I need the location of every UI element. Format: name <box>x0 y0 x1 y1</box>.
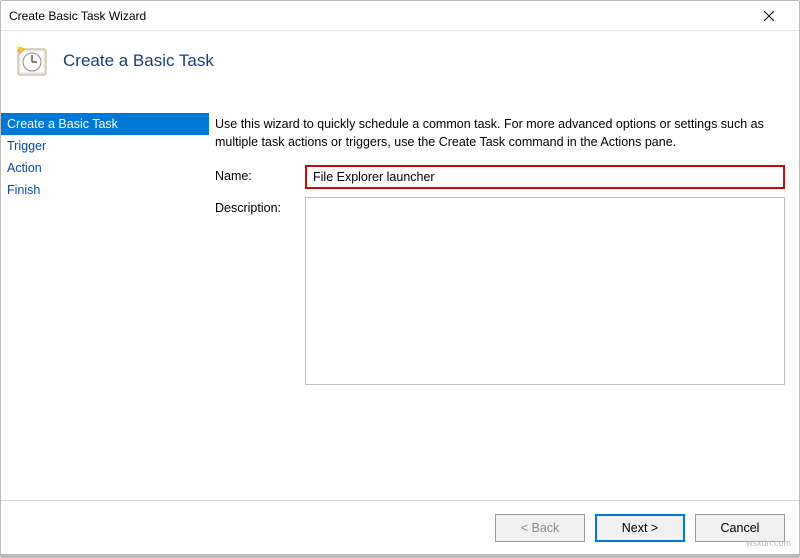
cancel-button[interactable]: Cancel <box>695 514 785 542</box>
sidebar-item-action[interactable]: Action <box>1 157 209 179</box>
content-area: Use this wizard to quickly schedule a co… <box>209 91 799 500</box>
sidebar: Create a Basic Task Trigger Action Finis… <box>1 91 209 500</box>
clock-icon <box>15 44 49 78</box>
close-icon <box>764 11 774 21</box>
description-input[interactable] <box>305 197 785 385</box>
wizard-body: Create a Basic Task Trigger Action Finis… <box>1 91 799 500</box>
sidebar-item-trigger[interactable]: Trigger <box>1 135 209 157</box>
name-row: Name: <box>215 165 785 189</box>
sidebar-item-label: Trigger <box>7 139 46 153</box>
close-button[interactable] <box>749 1 789 30</box>
sidebar-item-label: Action <box>7 161 42 175</box>
next-button[interactable]: Next > <box>595 514 685 542</box>
description-label: Description: <box>215 197 305 215</box>
sidebar-item-create-basic-task[interactable]: Create a Basic Task <box>1 113 209 135</box>
wizard-window: Create Basic Task Wizard Create a Basic … <box>0 0 800 558</box>
sidebar-item-label: Finish <box>7 183 40 197</box>
sidebar-item-finish[interactable]: Finish <box>1 179 209 201</box>
titlebar: Create Basic Task Wizard <box>1 1 799 31</box>
name-input[interactable] <box>305 165 785 189</box>
back-button: < Back <box>495 514 585 542</box>
name-label: Name: <box>215 165 305 183</box>
wizard-header: Create a Basic Task <box>1 31 799 91</box>
instructions-text: Use this wizard to quickly schedule a co… <box>215 115 785 151</box>
footer: < Back Next > Cancel <box>1 500 799 554</box>
page-title: Create a Basic Task <box>63 51 214 71</box>
sidebar-item-label: Create a Basic Task <box>7 117 118 131</box>
window-title: Create Basic Task Wizard <box>9 9 146 23</box>
description-row: Description: <box>215 197 785 388</box>
